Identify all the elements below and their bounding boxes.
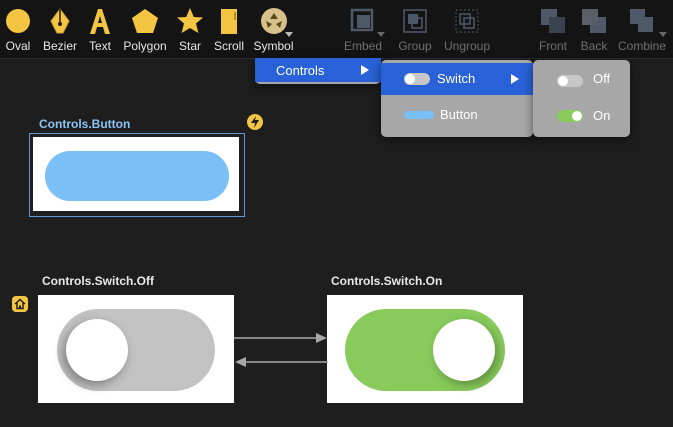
interaction-badge[interactable]	[247, 114, 263, 130]
embed-tool[interactable]: Embed	[341, 0, 385, 58]
bezier-pen-icon	[50, 8, 70, 34]
menu-item-label: Button	[440, 107, 478, 122]
polygon-icon	[132, 9, 158, 33]
switch-off-frame-title: Controls.Switch.Off	[42, 274, 154, 288]
ungroup-icon	[455, 9, 479, 33]
menu-item-controls[interactable]: Controls	[255, 58, 381, 82]
tool-label: Group	[398, 39, 432, 53]
home-icon	[14, 298, 26, 310]
tool-label: Scroll	[213, 39, 244, 53]
ungroup-tool[interactable]: Ungroup	[442, 0, 492, 58]
menu-item-off[interactable]: Off	[533, 63, 630, 95]
scroll-tool[interactable]: Scroll	[210, 0, 248, 58]
switch-on-knob[interactable]	[433, 319, 495, 381]
switch-on-frame-title: Controls.Switch.On	[331, 274, 443, 288]
switch-on-frame[interactable]	[327, 295, 523, 403]
arrow-left[interactable]	[235, 357, 328, 367]
submenu-arrow-icon	[361, 65, 369, 75]
tool-label: Star	[178, 39, 201, 53]
switch-submenu: Off On	[533, 60, 630, 137]
send-back-icon	[582, 9, 606, 33]
controls-submenu: Switch Button	[381, 60, 533, 137]
arrow-right[interactable]	[234, 333, 327, 343]
bring-front-icon	[541, 9, 565, 33]
bring-front-tool[interactable]: Front	[535, 0, 571, 58]
submenu-arrow-icon	[511, 74, 519, 84]
embed-icon	[350, 8, 374, 32]
button-shape[interactable]	[45, 151, 229, 201]
symbol-menu: Controls	[255, 58, 381, 84]
tool-label: Polygon	[123, 39, 167, 53]
symbol-menu-indicator	[285, 32, 293, 37]
group-icon	[403, 9, 427, 33]
tool-label: Symbol	[253, 39, 294, 53]
switch-off-mini-icon	[557, 75, 583, 87]
button-frame-title: Controls.Button	[39, 117, 131, 131]
lightning-icon	[251, 116, 259, 128]
group-tool[interactable]: Group	[395, 0, 435, 58]
tool-label: Oval	[5, 39, 31, 53]
menu-item-switch[interactable]: Switch	[381, 63, 533, 95]
tool-label: Ungroup	[443, 39, 491, 53]
oval-tool[interactable]: Oval	[0, 0, 36, 58]
oval-icon	[6, 9, 30, 33]
menu-item-label: Off	[593, 71, 611, 86]
switch-on-mini-icon	[557, 110, 583, 122]
tool-label: Front	[538, 39, 567, 53]
combine-tool[interactable]: Combine	[617, 0, 667, 58]
transition-arrows	[234, 333, 328, 367]
polygon-tool[interactable]: Polygon	[121, 0, 169, 58]
tool-label: Back	[580, 39, 608, 53]
button-frame[interactable]	[33, 137, 239, 211]
tool-label: Combine	[617, 39, 667, 53]
switch-off-mini-icon	[404, 73, 430, 85]
embed-menu-indicator	[377, 32, 385, 37]
button-mini-icon	[404, 111, 434, 119]
switch-off-knob[interactable]	[66, 319, 128, 381]
symbol-tool[interactable]: Symbol	[251, 0, 296, 58]
combine-menu-indicator	[659, 32, 667, 37]
bezier-tool[interactable]: Bezier	[39, 0, 81, 58]
tool-label: Embed	[343, 39, 383, 53]
toolbar: Oval Bezier Text Polygon Star Scroll Sym…	[0, 0, 673, 59]
menu-item-label: On	[593, 108, 611, 123]
tool-label: Text	[88, 39, 111, 53]
scroll-icon	[221, 9, 237, 34]
menu-item-button[interactable]: Button	[381, 99, 533, 131]
symbol-icon	[260, 8, 287, 34]
star-tool[interactable]: Star	[172, 0, 208, 58]
send-back-tool[interactable]: Back	[576, 0, 612, 58]
menu-item-label: Switch	[437, 71, 476, 86]
text-tool[interactable]: Text	[84, 0, 116, 58]
menu-item-label: Controls	[276, 63, 325, 78]
combine-icon	[630, 9, 653, 32]
star-icon	[177, 8, 203, 33]
tool-label: Bezier	[42, 39, 77, 53]
home-badge[interactable]	[12, 296, 28, 312]
text-icon	[90, 9, 110, 34]
menu-item-on[interactable]: On	[533, 100, 630, 132]
switch-off-frame[interactable]	[38, 295, 234, 403]
